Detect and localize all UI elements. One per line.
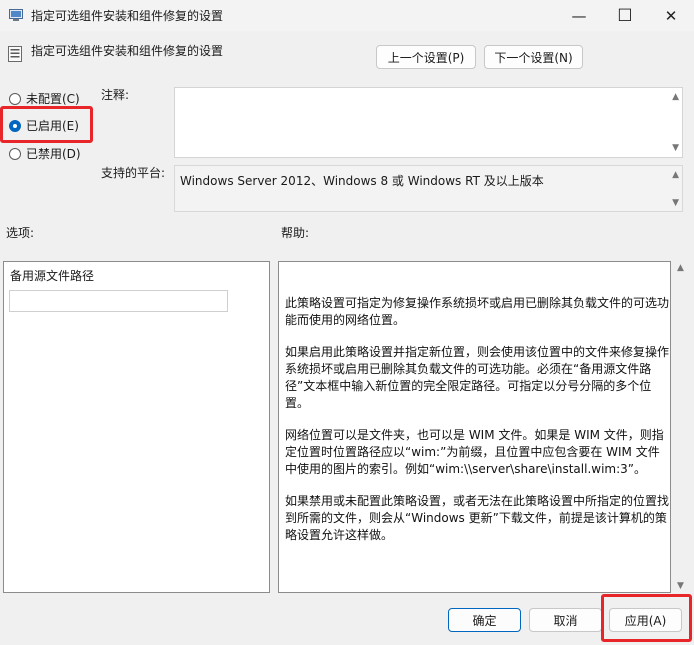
radio-disabled[interactable]: 已禁用(D): [9, 145, 81, 162]
help-paragraph: 网络位置可以是文件夹，也可以是 WIM 文件。如果是 WIM 文件，则指定位置时…: [285, 428, 664, 476]
help-paragraph: 如果禁用或未配置此策略设置，或者无法在此策略设置中所指定的位置找到所需的文件，则…: [285, 494, 670, 542]
scroll-down-icon[interactable]: ▼: [677, 581, 684, 591]
close-icon: ✕: [664, 6, 678, 25]
help-paragraph: 如果启用此策略设置并指定新位置，则会使用该位置中的文件来修复操作系统损坏或启用已…: [285, 345, 670, 410]
alternate-source-label: 备用源文件路径: [10, 269, 95, 283]
scroll-down-icon[interactable]: ▼: [672, 198, 679, 208]
policy-icon: [9, 9, 23, 21]
close-button[interactable]: ✕: [648, 0, 694, 31]
policy-title: 指定可选组件安装和组件修复的设置: [31, 44, 224, 58]
help-scrollbar[interactable]: ▲ ▼: [674, 261, 688, 593]
alternate-source-input[interactable]: [9, 290, 228, 312]
highlight-apply: [601, 594, 692, 642]
options-panel: 备用源文件路径: [3, 261, 270, 593]
radio-circle[interactable]: [9, 147, 21, 160]
help-label: 帮助:: [281, 226, 310, 240]
minimize-icon: —: [571, 6, 587, 25]
platform-box: Windows Server 2012、Windows 8 或 Windows …: [174, 165, 683, 212]
help-paragraph: 此策略设置可指定为修复操作系统损坏或启用已删除其负载文件的可选功能而使用的网络位…: [285, 296, 670, 327]
maximize-icon: ☐: [617, 5, 633, 26]
cancel-button[interactable]: 取消: [529, 608, 602, 632]
minimize-button[interactable]: —: [556, 0, 602, 31]
ok-button[interactable]: 确定: [448, 608, 521, 632]
policy-header: 指定可选组件安装和组件修复的设置 上一个设置(P) 下一个设置(N): [0, 36, 694, 76]
scroll-up-icon[interactable]: ▲: [672, 92, 679, 102]
setting-icon: [8, 46, 22, 62]
scroll-up-icon[interactable]: ▲: [672, 170, 679, 180]
radio-not-configured-label: 未配置(C): [26, 92, 80, 106]
title-bar: 指定可选组件安装和组件修复的设置 — ☐ ✕: [0, 0, 694, 31]
highlight-enabled: [0, 106, 93, 143]
platform-text: Windows Server 2012、Windows 8 或 Windows …: [180, 174, 544, 188]
comment-label: 注释:: [101, 88, 130, 102]
scroll-down-icon[interactable]: ▼: [672, 143, 679, 153]
window-title: 指定可选组件安装和组件修复的设置: [31, 9, 224, 23]
scroll-up-icon[interactable]: ▲: [677, 263, 684, 273]
options-label: 选项:: [6, 226, 35, 240]
platform-label: 支持的平台:: [101, 166, 166, 180]
previous-setting-button[interactable]: 上一个设置(P): [376, 45, 476, 69]
radio-circle[interactable]: [9, 92, 21, 105]
comment-textarea[interactable]: ▲ ▼: [174, 87, 683, 158]
next-setting-button[interactable]: 下一个设置(N): [484, 45, 583, 69]
maximize-button[interactable]: ☐: [602, 0, 648, 31]
help-panel: 此策略设置可指定为修复操作系统损坏或启用已删除其负载文件的可选功能而使用的网络位…: [278, 261, 671, 593]
help-text: 此策略设置可指定为修复操作系统损坏或启用已删除其负载文件的可选功能而使用的网络位…: [285, 295, 670, 559]
radio-disabled-label: 已禁用(D): [26, 147, 81, 161]
radio-not-configured[interactable]: 未配置(C): [9, 90, 80, 107]
